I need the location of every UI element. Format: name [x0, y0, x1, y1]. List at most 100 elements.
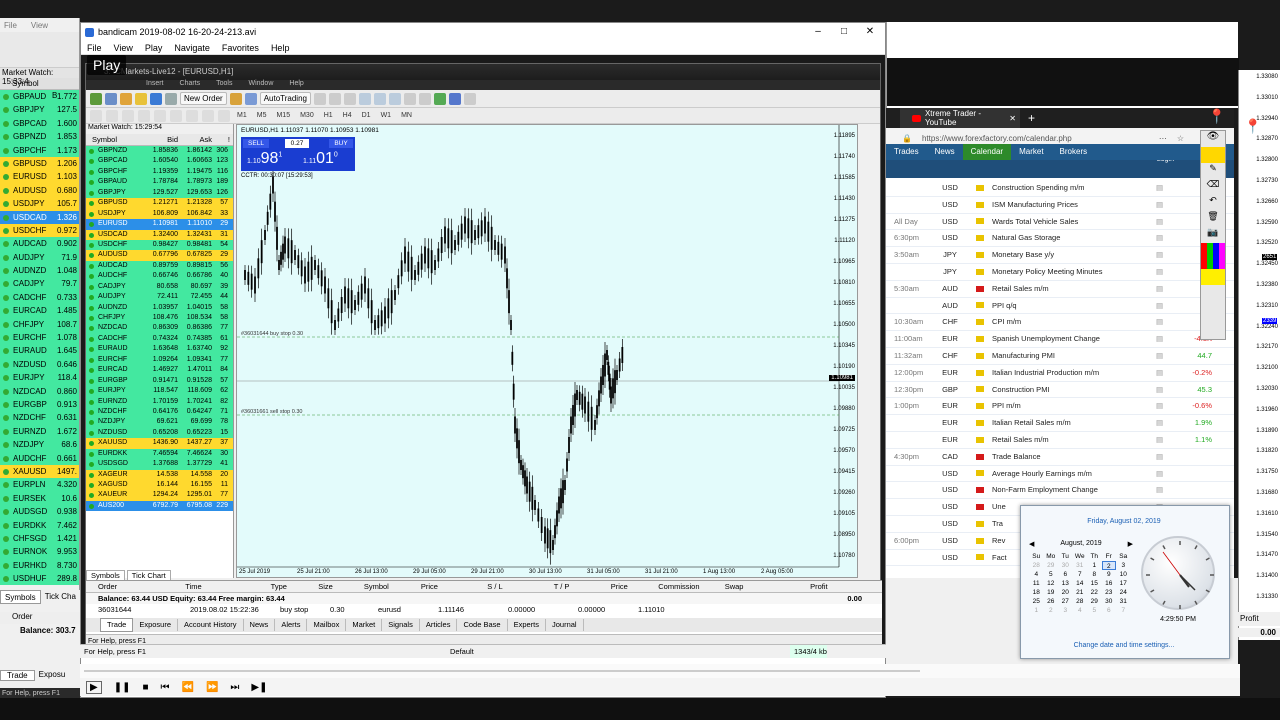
bg-market-row[interactable]: GBPCHF 1.173: [0, 143, 79, 157]
event-title[interactable]: Average Hourly Earnings m/m: [992, 466, 1156, 482]
calendar-day[interactable]: 29: [1044, 561, 1059, 570]
market-row[interactable]: EURCHF 1.09264 1.09341 77: [86, 354, 233, 366]
calendar-day[interactable]: 23: [1102, 588, 1117, 597]
tf-h4[interactable]: H4: [340, 112, 355, 119]
calendar-day[interactable]: 15: [1087, 579, 1102, 588]
mt4-menu-window[interactable]: Window: [248, 80, 273, 90]
bg-header-symbol[interactable]: Symbol: [12, 79, 39, 88]
calendar-day[interactable]: 18: [1029, 588, 1044, 597]
calendar-day[interactable]: 31: [1116, 597, 1131, 606]
market-row[interactable]: USDCAD 1.32400 1.32431 31: [86, 229, 233, 240]
terminal-tab[interactable]: Alerts: [275, 619, 308, 631]
bg-market-row[interactable]: EURCHF 1.078: [0, 331, 79, 345]
market-row[interactable]: NZDCHF 0.64176 0.64247 71: [86, 406, 233, 418]
calendar-day[interactable]: 2: [1044, 606, 1059, 615]
bg-menu-view[interactable]: View: [31, 21, 48, 30]
calendar-day[interactable]: 28: [1073, 597, 1088, 606]
calendar-event-row[interactable]: 12:30pm GBP Construction PMI ▤ 45.3: [886, 382, 1234, 399]
menu-file[interactable]: File: [87, 43, 102, 53]
menu-favorites[interactable]: Favorites: [222, 43, 259, 53]
market-row[interactable]: AUDCHF 0.66746 0.66786 40: [86, 271, 233, 282]
tf-m5[interactable]: M5: [254, 112, 270, 119]
mt4-menu-charts[interactable]: Charts: [180, 80, 201, 90]
calendar-event-row[interactable]: EUR Italian Retail Sales m/m ▤ 1.9%: [886, 415, 1234, 432]
detail-icon[interactable]: ▤: [1156, 348, 1176, 364]
event-title[interactable]: Construction Spending m/m: [992, 180, 1156, 196]
terminal-tab[interactable]: Trade: [100, 618, 134, 632]
order-row[interactable]: 36031644 2019.08.02 15:22:36 buy stop 0.30 e…: [86, 604, 882, 615]
eye-icon[interactable]: 👁: [1201, 131, 1225, 147]
menu-navigate[interactable]: Navigate: [174, 43, 210, 53]
terminal-col-header[interactable]: Type: [267, 581, 315, 592]
market-row[interactable]: CHFJPY 108.476 108.534 58: [86, 313, 233, 324]
calendar-day[interactable]: 24: [1116, 588, 1131, 597]
bg-market-row[interactable]: USDCHF 0.972: [0, 223, 79, 238]
market-row[interactable]: XAGUSD 16.144 16.155 11: [86, 480, 233, 491]
lot-size-input[interactable]: 0.27: [285, 139, 309, 148]
terminal-col-header[interactable]: Symbol: [360, 581, 417, 592]
detail-icon[interactable]: ▤: [1156, 298, 1176, 314]
calendar-day[interactable]: 6: [1058, 570, 1073, 579]
bg-market-row[interactable]: AUDCHF 0.661: [0, 451, 79, 465]
zoom-out-icon[interactable]: [373, 92, 386, 105]
detail-icon[interactable]: ▤: [1156, 398, 1176, 414]
bg-market-row[interactable]: EURAUD 1.645: [0, 344, 79, 358]
calendar-day[interactable]: 3: [1116, 561, 1131, 570]
indicators-icon[interactable]: [433, 92, 446, 105]
browser-tab[interactable]: Xtreme Trader - YouTube ✕: [900, 108, 1020, 128]
tab-close-icon[interactable]: ✕: [1009, 114, 1016, 123]
color-yellow-icon[interactable]: [1201, 269, 1225, 285]
market-row[interactable]: EURJPY 118.547 118.609 62: [86, 386, 233, 397]
new-tab-icon[interactable]: +: [1028, 111, 1035, 125]
calendar-event-row[interactable]: 11:00am EUR Spanish Unemployment Change …: [886, 331, 1234, 348]
sell-button[interactable]: SELL: [243, 139, 269, 148]
event-title[interactable]: Retail Sales m/m: [992, 281, 1156, 297]
frame-step-icon[interactable]: ▶❚: [251, 682, 267, 693]
calendar-day[interactable]: 4: [1073, 606, 1088, 615]
calendar-day[interactable]: 5: [1044, 570, 1059, 579]
bg-market-row[interactable]: AUDJPY 71.9: [0, 250, 79, 265]
tf-w1[interactable]: W1: [378, 112, 395, 119]
market-row[interactable]: AUDJPY 72.411 72.455 44: [86, 292, 233, 303]
detail-icon[interactable]: ▤: [1156, 432, 1176, 448]
calendar-day[interactable]: 6: [1102, 606, 1117, 615]
market-row[interactable]: GBPJPY 129.527 129.653 126: [86, 187, 233, 199]
vline-icon[interactable]: [122, 109, 134, 122]
market-row[interactable]: GBPUSD 1.21271 1.21328 57: [86, 198, 233, 209]
bg-market-row[interactable]: EURNZD 1.672: [0, 424, 79, 439]
event-title[interactable]: Italian Industrial Production m/m: [992, 365, 1156, 381]
calendar-event-row[interactable]: 6:30pm USD Natural Gas Storage ▤: [886, 230, 1234, 248]
buy-button[interactable]: BUY: [329, 139, 353, 148]
nav-trades[interactable]: Trades: [886, 144, 927, 160]
autotrading-button[interactable]: AutoTrading: [259, 92, 311, 105]
bg-market-row[interactable]: GBPCAD 1.600: [0, 116, 79, 131]
calendar-event-row[interactable]: 1:00pm EUR PPI m/m ▤ -0.6%: [886, 398, 1234, 416]
market-row[interactable]: AUS200 6792.79 6795.08 229: [86, 500, 233, 512]
bg-market-row[interactable]: NZDCHF 0.631: [0, 411, 79, 425]
detail-icon[interactable]: ▤: [1156, 281, 1176, 297]
zoom-in-icon[interactable]: [358, 92, 371, 105]
calendar-event-row[interactable]: USD Construction Spending m/m ▤: [886, 180, 1234, 197]
close-icon[interactable]: ✕: [857, 23, 883, 41]
terminal-col-header[interactable]: Price: [607, 581, 655, 592]
market-row[interactable]: AUDCAD 0.89759 0.89815 56: [86, 260, 233, 272]
hline-icon[interactable]: [138, 109, 150, 122]
menu-help[interactable]: Help: [271, 43, 290, 53]
calendar-day[interactable]: 21: [1073, 588, 1088, 597]
bg-tab-symbols[interactable]: Symbols: [0, 590, 41, 604]
bg-market-row[interactable]: XAUUSD 1497.: [0, 464, 79, 479]
calendar-day[interactable]: 4: [1029, 570, 1044, 579]
calendar-event-row[interactable]: USD ISM Manufacturing Prices ▤: [886, 197, 1234, 214]
calendar-day[interactable]: 11: [1029, 579, 1044, 588]
market-row[interactable]: GBPCAD 1.60540 1.60663 123: [86, 156, 233, 167]
terminal-tab[interactable]: Code Base: [457, 619, 508, 631]
terminal-tab[interactable]: Mailbox: [307, 619, 347, 631]
menu-view[interactable]: View: [114, 43, 133, 53]
calendar-day[interactable]: 1: [1029, 606, 1044, 615]
event-title[interactable]: Monetary Base y/y: [992, 247, 1156, 263]
bg-market-row[interactable]: EURPLN 4.320: [0, 478, 79, 492]
event-title[interactable]: ISM Manufacturing Prices: [992, 197, 1156, 213]
bg-order-header[interactable]: Order: [0, 612, 80, 624]
market-row[interactable]: XAUEUR 1294.24 1295.01 77: [86, 490, 233, 501]
terminal-col-header[interactable]: Commission: [654, 581, 720, 592]
